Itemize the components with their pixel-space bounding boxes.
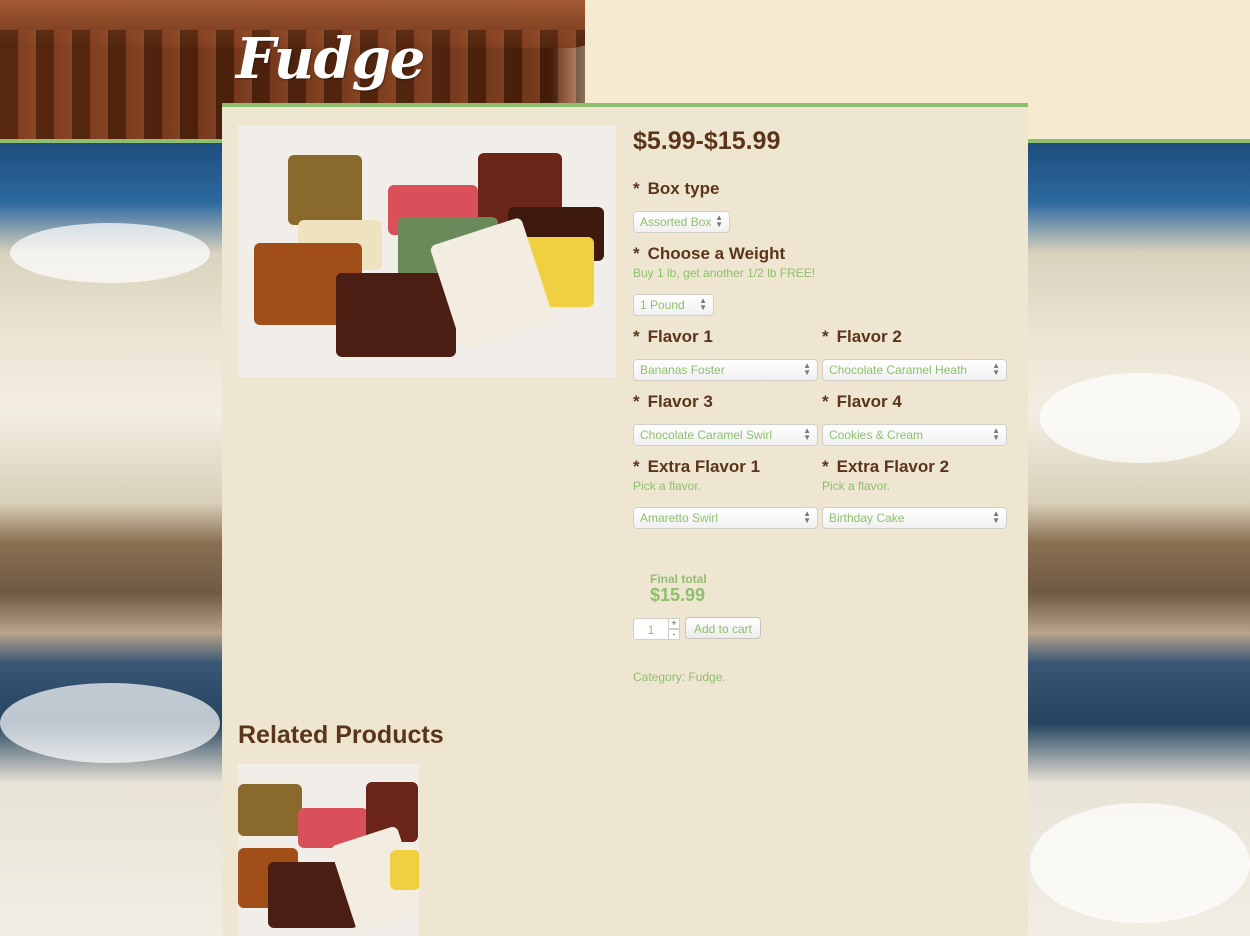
related-products-heading: Related Products (238, 721, 444, 749)
add-to-cart-button[interactable]: Add to cart (685, 617, 761, 639)
product-image[interactable] (238, 125, 616, 377)
flavor3-label: * Flavor 3 (633, 392, 713, 411)
required-star: * (633, 327, 640, 346)
fudge-piece (288, 155, 362, 225)
updown-arrows-icon: ▲ ▼ (992, 426, 1000, 442)
product-panel: $5.99-$15.99 * Box type Assorted Box ▲ ▼ *… (222, 103, 1028, 936)
required-star: * (822, 327, 829, 346)
related-product-image[interactable] (238, 764, 419, 936)
surf-foam (1030, 803, 1250, 923)
updown-arrows-icon: ▲ ▼ (992, 361, 1000, 377)
updown-arrows-icon: ▲ ▼ (715, 213, 723, 229)
weight-select[interactable]: 1 Pound ▲ ▼ (633, 294, 714, 316)
flavor2-label: * Flavor 2 (822, 327, 902, 346)
site-title[interactable]: Fudge (236, 26, 425, 92)
extra-flavor2-label: * Extra Flavor 2 (822, 457, 950, 476)
flavor1-select[interactable]: Bananas Foster ▲ ▼ (633, 359, 818, 381)
required-star: * (822, 457, 829, 476)
updown-arrows-icon: ▲ ▼ (992, 509, 1000, 525)
required-star: * (822, 392, 829, 411)
extra-flavor2-select[interactable]: Birthday Cake ▲ ▼ (822, 507, 1007, 529)
surf-foam (1040, 373, 1240, 463)
fudge-piece (390, 850, 419, 890)
extra-flavor1-hint: Pick a flavor. (633, 479, 702, 493)
weight-hint: Buy 1 lb, get another 1/2 lb FREE! (633, 266, 816, 280)
product-category[interactable]: Category: Fudge. (633, 670, 726, 684)
extra-flavor1-select[interactable]: Amaretto Swirl ▲ ▼ (633, 507, 818, 529)
flavor4-label: * Flavor 4 (822, 392, 902, 411)
final-total-value: $15.99 (650, 585, 706, 605)
surf-foam (10, 223, 210, 283)
price-range: $5.99-$15.99 (633, 127, 781, 155)
required-star: * (633, 244, 640, 263)
final-total-label: Final total (650, 572, 707, 586)
extra-flavor1-label: * Extra Flavor 1 (633, 457, 761, 476)
extra-flavor2-hint: Pick a flavor. (822, 479, 891, 493)
quantity-increment-button[interactable]: + (668, 618, 680, 629)
updown-arrows-icon: ▲ ▼ (803, 426, 811, 442)
flavor1-label: * Flavor 1 (633, 327, 713, 346)
updown-arrows-icon: ▲ ▼ (803, 509, 811, 525)
fudge-piece (336, 273, 456, 357)
required-star: * (633, 179, 640, 198)
box-type-label: * Box type (633, 179, 720, 198)
box-type-select[interactable]: Assorted Box ▲ ▼ (633, 211, 730, 233)
required-star: * (633, 392, 640, 411)
updown-arrows-icon: ▲ ▼ (699, 296, 707, 312)
flavor4-select[interactable]: Cookies & Cream ▲ ▼ (822, 424, 1007, 446)
updown-arrows-icon: ▲ ▼ (803, 361, 811, 377)
weight-label: * Choose a Weight (633, 244, 786, 263)
required-star: * (633, 457, 640, 476)
surf-foam (0, 683, 220, 763)
flavor2-select[interactable]: Chocolate Caramel Heath ▲ ▼ (822, 359, 1007, 381)
quantity-input[interactable]: 1 (633, 618, 669, 640)
fudge-piece (238, 784, 302, 836)
quantity-decrement-button[interactable]: - (668, 629, 680, 640)
flavor3-select[interactable]: Chocolate Caramel Swirl ▲ ▼ (633, 424, 818, 446)
